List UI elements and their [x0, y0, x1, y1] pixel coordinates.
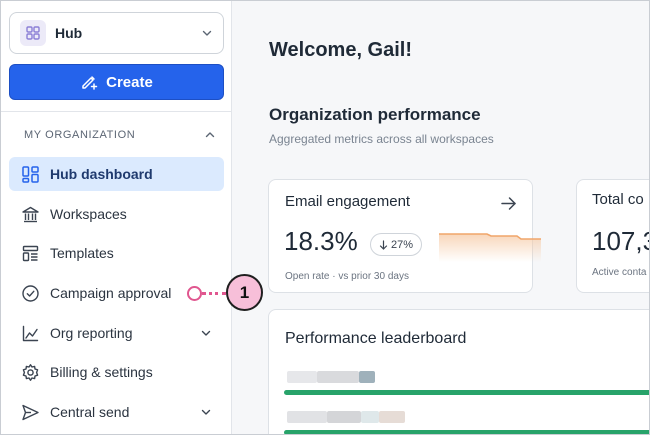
sidebar-item-billing-settings[interactable]: Billing & settings [9, 355, 224, 389]
hub-selector[interactable]: Hub [9, 12, 224, 54]
blurred-name [327, 411, 361, 423]
create-button[interactable]: Create [9, 64, 224, 100]
leaderboard-bar [284, 390, 649, 395]
performance-leaderboard-card: Performance leaderboard [268, 309, 649, 434]
section-heading: Organization performance [269, 105, 481, 124]
template-icon [22, 245, 39, 261]
main-content: Welcome, Gail! Organization performance … [232, 1, 649, 434]
sidebar-item-workspaces[interactable]: Workspaces [9, 197, 224, 231]
email-engagement-card[interactable]: Email engagement 18.3% 27% Open rate · v… [268, 179, 541, 293]
metric-value: 107,3 [592, 226, 649, 256]
section-subtitle: Aggregated metrics across all workspaces [269, 132, 494, 146]
check-circle-icon [22, 284, 39, 302]
sidebar-item-label: Templates [50, 245, 114, 261]
sidebar-item-label: Central send [50, 404, 130, 420]
blurred-name [359, 371, 375, 383]
card-title: Total co [592, 191, 644, 208]
callout-badge: 1 [226, 274, 263, 311]
hub-label: Hub [55, 25, 83, 41]
create-label: Create [106, 73, 153, 91]
chevron-up-icon[interactable] [204, 129, 216, 141]
chart-icon [22, 325, 39, 341]
sidebar-item-label: Org reporting [50, 325, 133, 341]
leaderboard-bar [284, 430, 649, 434]
app-window: Hub Create MY ORGANIZATION Hub dashboard… [0, 0, 650, 435]
dashboard-icon [22, 165, 39, 183]
pencil-plus-icon [82, 76, 98, 90]
section-title-my-organization: MY ORGANIZATION [24, 129, 136, 141]
page-title: Welcome, Gail! [269, 39, 413, 61]
metric-value: 18.3% [284, 226, 358, 256]
sidebar-item-hub-dashboard[interactable]: Hub dashboard [9, 157, 224, 191]
sidebar-divider [1, 111, 232, 112]
send-icon [22, 404, 39, 420]
blurred-name [287, 411, 327, 423]
sparkline-chart [439, 233, 541, 262]
callout-dot [187, 286, 202, 301]
card-title: Email engagement [285, 193, 411, 210]
callout-line [202, 292, 226, 295]
sidebar: Hub Create MY ORGANIZATION Hub dashboard… [1, 1, 232, 434]
arrow-right-icon[interactable] [500, 195, 517, 212]
card-footnote: Open rate · vs prior 30 days [285, 271, 409, 282]
sidebar-item-label: Billing & settings [50, 364, 153, 380]
arrow-down-icon [379, 239, 388, 250]
chevron-down-icon [202, 30, 212, 36]
gear-icon [22, 363, 39, 381]
sidebar-item-label: Workspaces [50, 206, 127, 222]
sidebar-item-label: Hub dashboard [50, 166, 153, 182]
blurred-name [287, 371, 317, 383]
total-contacts-card[interactable]: Total co 107,3 Active conta [576, 179, 649, 293]
card-title: Performance leaderboard [285, 330, 467, 347]
blurred-name [317, 371, 359, 383]
sidebar-item-org-reporting[interactable]: Org reporting [9, 316, 224, 350]
chevron-down-icon [201, 409, 211, 415]
building-icon [22, 206, 39, 222]
blurred-name [361, 411, 379, 423]
hub-logo-icon [20, 20, 46, 46]
trend-value: 27% [391, 238, 414, 251]
trend-badge: 27% [370, 233, 423, 256]
chevron-down-icon [201, 330, 211, 336]
card-footnote: Active conta [592, 267, 647, 278]
sidebar-item-templates[interactable]: Templates [9, 236, 224, 270]
sidebar-item-central-send[interactable]: Central send [9, 395, 224, 429]
blurred-name [379, 411, 405, 423]
